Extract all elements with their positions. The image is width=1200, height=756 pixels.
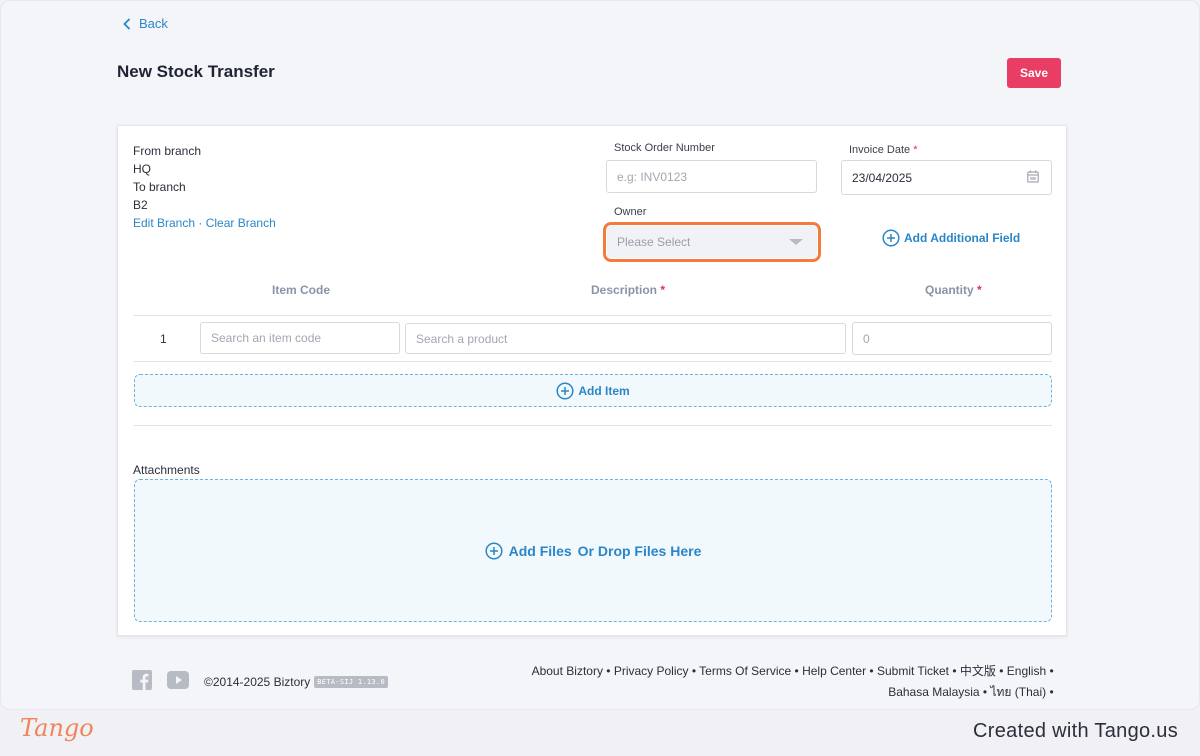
required-mark: * [913,144,918,156]
calendar-icon[interactable] [1027,170,1039,183]
footer-link[interactable]: Submit Ticket [877,664,949,678]
footer-separator: • [1046,685,1057,699]
item-code-input[interactable]: Search an item code [200,322,400,354]
edit-branch-link[interactable]: Edit Branch [133,216,195,230]
drop-files-label: Or Drop Files Here [577,542,702,559]
th-item-code: Item Code [272,283,331,297]
footer-separator: • [602,664,614,678]
add-item-button[interactable]: Add Item [134,374,1052,407]
th-description: Description * [591,283,666,297]
save-button[interactable]: Save [1007,58,1061,88]
from-branch-label: From branch [133,144,202,158]
footer-link[interactable]: Help Center [802,664,866,678]
product-search-input[interactable]: Search a product [405,323,846,354]
tango-credit: Created with Tango.us [973,720,1178,742]
branch-links: Edit Branch · Clear Branch [133,214,276,232]
facebook-icon[interactable] [132,670,152,690]
owner-placeholder: Please Select [617,235,691,249]
footer-separator: • [979,685,991,699]
clear-branch-link[interactable]: Clear Branch [206,216,276,230]
link-separator: · [195,216,206,230]
plus-circle-icon [882,229,900,247]
back-label: Back [139,16,168,31]
footer-separator: • [688,664,700,678]
footer-link[interactable]: Terms Of Service [699,664,791,678]
copyright: ©2014-2025 Biztory BETA-SIJ 1.13.0 [204,675,388,689]
add-item-label: Add Item [578,383,630,398]
attachments-label: Attachments [133,463,200,477]
footer-separator: • [995,664,1007,678]
footer-link[interactable]: Privacy Policy [614,664,689,678]
caret-down-icon [789,239,803,245]
quantity-input[interactable]: 0 [852,322,1052,355]
footer-link[interactable]: English [1007,664,1046,678]
footer-link[interactable]: ไทย (Thai) [990,685,1046,699]
footer-separator: • [949,664,960,678]
file-dropzone[interactable]: Add Files Or Drop Files Here [134,479,1052,622]
add-files-label: Add Files [508,542,572,559]
branch-info: From branch HQ To branch B2 Edit Branch … [133,142,276,232]
stock-transfer-form: From branch HQ To branch B2 Edit Branch … [117,125,1067,636]
footer-separator: • [866,664,877,678]
to-branch-label: To branch [133,180,186,194]
footer-link[interactable]: Bahasa Malaysia [888,685,979,699]
to-branch-value: B2 [133,198,148,212]
invoice-date-label: Invoice Date * [849,144,918,156]
row-number: 1 [160,332,167,346]
divider [134,315,1052,316]
tango-logo: Tango [20,714,94,742]
th-quantity: Quantity * [925,283,982,297]
footer-separator: • [791,664,803,678]
owner-select[interactable]: Please Select [607,226,817,258]
footer-link[interactable]: About Biztory [532,664,603,678]
from-branch-value: HQ [133,162,151,176]
app-frame: Back New Stock Transfer Save From branch… [0,0,1200,710]
chevron-left-icon [123,17,131,30]
invoice-date-value: 23/04/2025 [852,170,913,185]
add-field-label: Add Additional Field [904,231,1021,245]
owner-label: Owner [614,206,647,218]
version-badge: BETA-SIJ 1.13.0 [314,676,388,688]
add-additional-field-button[interactable]: Add Additional Field [882,229,1020,247]
footer-link[interactable]: 中文版 [960,664,996,678]
youtube-icon[interactable] [167,671,189,689]
footer-links: About Biztory • Privacy Policy • Terms O… [517,661,1057,703]
footer-separator: • [1046,664,1057,678]
copyright-text: ©2014-2025 Biztory [204,675,311,689]
divider [134,361,1052,362]
social-links [132,670,189,690]
plus-circle-icon [556,381,574,400]
divider [134,425,1052,426]
stock-order-input[interactable]: e.g: INV0123 [606,160,817,193]
invoice-date-input[interactable]: 23/04/2025 [841,160,1052,195]
back-link[interactable]: Back [123,16,168,31]
stock-order-label: Stock Order Number [614,142,715,154]
plus-circle-icon [485,541,503,560]
page-title: New Stock Transfer [117,62,275,81]
